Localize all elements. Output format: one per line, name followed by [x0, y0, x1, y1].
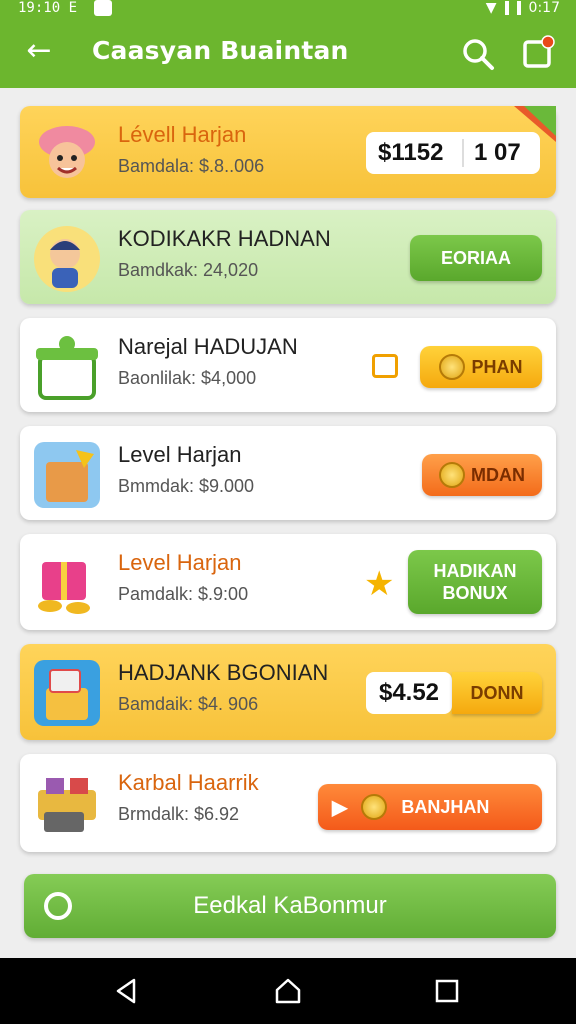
item-title: Karbal Haarrik [118, 770, 259, 795]
list-item[interactable]: Lévell Harjan Bamdala: $.8..006 $1152 1 … [20, 106, 556, 198]
list-item[interactable]: KODIKAKR HADNAN Bamdkak: 24,020 EORIAA [20, 210, 556, 304]
nav-home-icon[interactable] [273, 976, 303, 1006]
list-item[interactable]: Level Harjan Bmmdak: $9.000 MDAN [20, 426, 556, 520]
item-action-label-line1: HADIKAN [433, 561, 517, 581]
item-title: Narejal HADUJAN [118, 334, 298, 359]
coin-icon [361, 794, 388, 820]
item-action-button[interactable]: DONN [452, 672, 542, 714]
share-icon[interactable] [372, 354, 398, 378]
app-toolbar: ← Caasyan Buaintan [0, 22, 576, 88]
item-subtitle: Brmdalk: $6.92 [118, 804, 240, 824]
cart-icon[interactable] [520, 34, 556, 70]
list-item[interactable]: HADJANK BGONIAN Bamdaik: $4. 906 $4.52 D… [20, 644, 556, 740]
bonus-button[interactable]: Eedkal KaBonmur [24, 874, 556, 938]
item-action-button[interactable]: ▶ BANJHAN [318, 784, 542, 830]
coin-icon [439, 462, 465, 488]
item-title: Level Harjan [118, 550, 242, 575]
item-action-label-line2: BONUX [442, 583, 508, 603]
nav-recents-icon[interactable] [432, 976, 462, 1006]
shopping-bag-icon [34, 660, 100, 726]
character-avatar-icon [39, 126, 95, 178]
item-action-button[interactable]: HADIKAN BONUX [408, 550, 542, 614]
item-title: HADJANK BGONIAN [118, 660, 329, 685]
back-arrow-icon[interactable]: ← [22, 36, 56, 70]
status-icons: ▼ 0:17 [486, 0, 560, 16]
item-subtitle: Baonlilak: $4,000 [118, 368, 257, 388]
corner-ribbon-icon [514, 106, 556, 142]
item-subtitle: Bamdaik: $4. 906 [118, 694, 259, 714]
price-left: $1152 [378, 139, 444, 166]
status-time: 19:10 E [18, 0, 78, 16]
gift-coins-icon [38, 562, 90, 614]
item-subtitle: Bmmdak: $9.000 [118, 476, 255, 496]
item-subtitle: Pamdalk: $.9:00 [118, 584, 249, 604]
box-icon [34, 442, 100, 508]
play-arrow-icon: ▶ [332, 796, 348, 819]
nav-back-icon[interactable] [112, 976, 142, 1006]
item-action-label: MDAN [471, 464, 525, 485]
cash-register-icon [38, 778, 96, 832]
item-title: Lévell Harjan [118, 122, 247, 147]
status-clock-right: 0:17 [528, 0, 560, 16]
list-item[interactable]: Karbal Haarrik Brmdalk: $6.92 ▶ BANJHAN [20, 754, 556, 852]
item-title: Level Harjan [118, 442, 242, 467]
character-avatar-icon [34, 226, 100, 292]
system-nav-bar [0, 958, 576, 1024]
list-item[interactable]: Narejal HADUJAN Baonlilak: $4,000 PHAN [20, 318, 556, 412]
item-action-label: PHAN [471, 356, 523, 377]
notification-icon [94, 0, 112, 16]
bonus-button-label: Eedkal KaBonmur [193, 892, 387, 919]
item-action-label: BANJHAN [401, 796, 490, 817]
list-item[interactable]: Level Harjan Pamdalk: $.9:00 ★ HADIKAN B… [20, 534, 556, 630]
top-app-bar: 19:10 E ▼ 0:17 ← Caasyan Buaintan [0, 0, 576, 88]
item-title: KODIKAKR HADNAN [118, 226, 331, 251]
item-action-button[interactable]: EORIAA [410, 235, 542, 281]
search-icon[interactable] [460, 36, 496, 72]
wifi-icon: ▼ [485, 0, 497, 16]
battery-icon [516, 1, 521, 15]
item-subtitle: Bamdkak: 24,020 [118, 260, 259, 280]
star-icon: ★ [364, 564, 395, 604]
price-right: 1 07 [462, 139, 521, 167]
item-subtitle: Bamdala: $.8..006 [118, 156, 265, 176]
item-action-button[interactable]: MDAN [422, 454, 542, 496]
price-display: $4.52 [366, 672, 452, 714]
signal-icon [504, 1, 509, 15]
status-bar: 19:10 E ▼ 0:17 [0, 0, 576, 22]
item-action-button[interactable]: PHAN [420, 346, 542, 388]
coin-icon [439, 354, 466, 380]
gift-box-icon [36, 336, 98, 400]
page-title: Caasyan Buaintan [92, 36, 349, 65]
